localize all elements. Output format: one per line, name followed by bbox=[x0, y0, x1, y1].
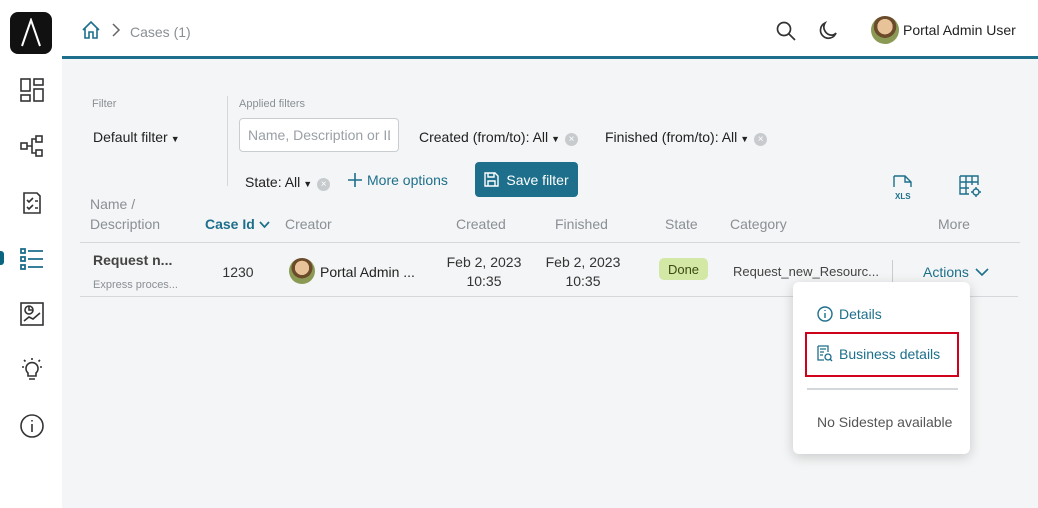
more-options-label: More options bbox=[367, 172, 448, 188]
finished-filter-label: Finished (from/to): All bbox=[605, 129, 738, 145]
finished-date-value: Feb 2, 2023 bbox=[545, 254, 621, 270]
default-filter-label: Default filter bbox=[93, 129, 168, 145]
case-id: 1230 bbox=[222, 264, 254, 280]
case-title[interactable]: Request n... bbox=[93, 252, 172, 268]
created-time-value: 10:35 bbox=[466, 273, 502, 289]
active-indicator bbox=[0, 251, 4, 265]
svg-text:XLS: XLS bbox=[895, 192, 911, 201]
top-header: Cases (1) Portal Admin User bbox=[62, 0, 1038, 59]
table-settings-icon[interactable] bbox=[959, 175, 983, 204]
chevron-down-icon bbox=[975, 267, 989, 276]
statistics-icon[interactable] bbox=[18, 300, 46, 328]
divider bbox=[227, 96, 228, 186]
applied-filters-label: Applied filters bbox=[239, 98, 306, 110]
search-icon[interactable] bbox=[776, 21, 796, 46]
created-filter[interactable]: Created (from/to): All ▼ × bbox=[419, 129, 579, 146]
actions-dropdown: Details Business details No Sidestep ava… bbox=[793, 282, 970, 454]
chevron-right-icon bbox=[110, 22, 122, 43]
divider bbox=[807, 388, 958, 390]
home-icon[interactable] bbox=[81, 20, 101, 45]
sort-down-icon bbox=[259, 221, 270, 229]
tasks-icon[interactable] bbox=[18, 189, 46, 217]
state-filter[interactable]: State: All ▼ × bbox=[245, 174, 331, 191]
plus-icon bbox=[348, 173, 362, 187]
breadcrumb[interactable]: Cases (1) bbox=[130, 24, 191, 40]
col-description[interactable]: Description bbox=[90, 216, 160, 232]
export-xls-icon[interactable]: XLS bbox=[891, 175, 915, 206]
col-case-id-label: Case Id bbox=[205, 216, 255, 232]
dark-mode-icon[interactable] bbox=[818, 20, 838, 46]
creator-name: Portal Admin ... bbox=[320, 264, 415, 280]
creator-avatar bbox=[289, 258, 315, 284]
dashboard-icon[interactable] bbox=[18, 76, 46, 104]
created-date-value: Feb 2, 2023 bbox=[446, 254, 522, 270]
caret-down-icon: ▼ bbox=[551, 134, 561, 144]
finished-date: Feb 2, 2023 10:35 bbox=[533, 253, 633, 291]
business-details-menu-item[interactable]: Business details bbox=[817, 345, 940, 362]
caret-down-icon: ▼ bbox=[170, 134, 180, 144]
ideas-icon[interactable] bbox=[18, 356, 46, 384]
actions-label: Actions bbox=[923, 264, 969, 280]
col-category[interactable]: Category bbox=[730, 216, 787, 232]
user-avatar[interactable] bbox=[871, 16, 899, 44]
details-label: Details bbox=[839, 306, 882, 322]
state-filter-label: State: All bbox=[245, 174, 301, 190]
info-icon bbox=[817, 306, 833, 322]
info-icon[interactable] bbox=[18, 412, 46, 440]
table-header-divider bbox=[80, 242, 1020, 243]
no-sidestep-text: No Sidestep available bbox=[817, 414, 953, 430]
business-details-icon bbox=[817, 345, 833, 362]
process-icon[interactable] bbox=[18, 132, 46, 160]
col-state[interactable]: State bbox=[665, 216, 698, 232]
status-badge: Done bbox=[659, 258, 708, 280]
more-options-button[interactable]: More options bbox=[348, 172, 448, 188]
user-name[interactable]: Portal Admin User bbox=[903, 22, 1016, 38]
created-filter-label: Created (from/to): All bbox=[419, 129, 549, 145]
case-category: Request_new_Resourc... bbox=[733, 264, 879, 279]
save-filter-button[interactable]: Save filter bbox=[475, 162, 578, 197]
sidebar bbox=[0, 0, 62, 508]
clear-icon[interactable]: × bbox=[565, 133, 579, 146]
col-name[interactable]: Name / bbox=[90, 196, 135, 212]
clear-icon[interactable]: × bbox=[317, 178, 331, 191]
finished-time-value: 10:35 bbox=[565, 273, 601, 289]
business-details-label: Business details bbox=[839, 345, 941, 362]
logo-icon bbox=[21, 18, 41, 47]
details-menu-item[interactable]: Details bbox=[817, 306, 882, 322]
cases-icon[interactable] bbox=[18, 245, 46, 273]
finished-filter[interactable]: Finished (from/to): All ▼ × bbox=[605, 129, 768, 146]
app-logo[interactable] bbox=[10, 12, 52, 54]
save-filter-label: Save filter bbox=[506, 171, 569, 188]
clear-icon[interactable]: × bbox=[754, 133, 768, 146]
case-description: Express proces... bbox=[93, 279, 178, 291]
actions-button[interactable]: Actions bbox=[923, 264, 989, 280]
col-creator[interactable]: Creator bbox=[285, 216, 332, 232]
default-filter-select[interactable]: Default filter ▼ bbox=[93, 129, 180, 145]
col-more: More bbox=[938, 216, 970, 232]
caret-down-icon: ▼ bbox=[740, 134, 750, 144]
col-case-id[interactable]: Case Id bbox=[205, 216, 270, 232]
created-date: Feb 2, 2023 10:35 bbox=[434, 253, 534, 291]
search-input[interactable] bbox=[239, 118, 399, 152]
divider bbox=[892, 260, 893, 282]
caret-down-icon: ▼ bbox=[303, 179, 313, 189]
save-icon bbox=[484, 172, 500, 187]
filter-label: Filter bbox=[92, 98, 117, 110]
col-finished[interactable]: Finished bbox=[555, 216, 608, 232]
col-created[interactable]: Created bbox=[456, 216, 506, 232]
